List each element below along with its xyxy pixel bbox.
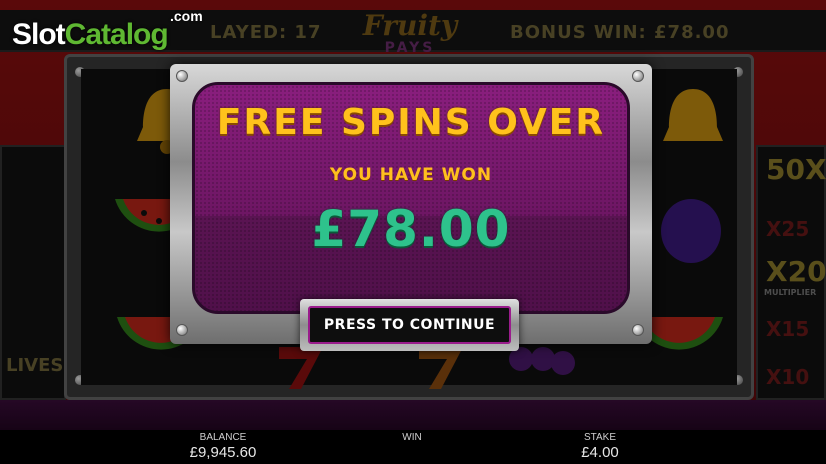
rivet-icon	[176, 70, 188, 82]
balance-label: BALANCE	[199, 432, 247, 443]
rivet-icon	[176, 324, 188, 336]
win-amount: £78.00	[311, 200, 511, 258]
stake-label: STAKE	[583, 432, 617, 443]
dialog-subline: YOU HAVE WON	[329, 165, 493, 185]
continue-button-face[interactable]: PRESS TO CONTINUE	[308, 306, 511, 344]
win-display: WIN	[372, 432, 452, 444]
watermark-catalog: Catalog	[64, 18, 169, 51]
rivet-icon	[632, 70, 644, 82]
rivet-icon	[632, 324, 644, 336]
press-to-continue-button[interactable]: PRESS TO CONTINUE	[300, 299, 519, 351]
slotcatalog-watermark: SlotCatalog .com	[12, 8, 212, 54]
watermark-text: SlotCatalog	[12, 18, 169, 52]
balance-value: £9,945.60	[189, 444, 257, 461]
bottom-bar: BALANCE £9,945.60 WIN STAKE £4.00	[0, 430, 826, 464]
watermark-slot: Slot	[12, 18, 66, 51]
dialog-headline: FREE SPINS OVER	[216, 102, 606, 143]
continue-button-label: PRESS TO CONTINUE	[323, 317, 496, 333]
stake-value: £4.00	[581, 444, 619, 461]
win-label: WIN	[402, 432, 422, 443]
stake-display: STAKE £4.00	[560, 432, 640, 462]
watermark-com: .com	[170, 8, 203, 24]
balance-display: BALANCE £9,945.60	[170, 432, 276, 462]
